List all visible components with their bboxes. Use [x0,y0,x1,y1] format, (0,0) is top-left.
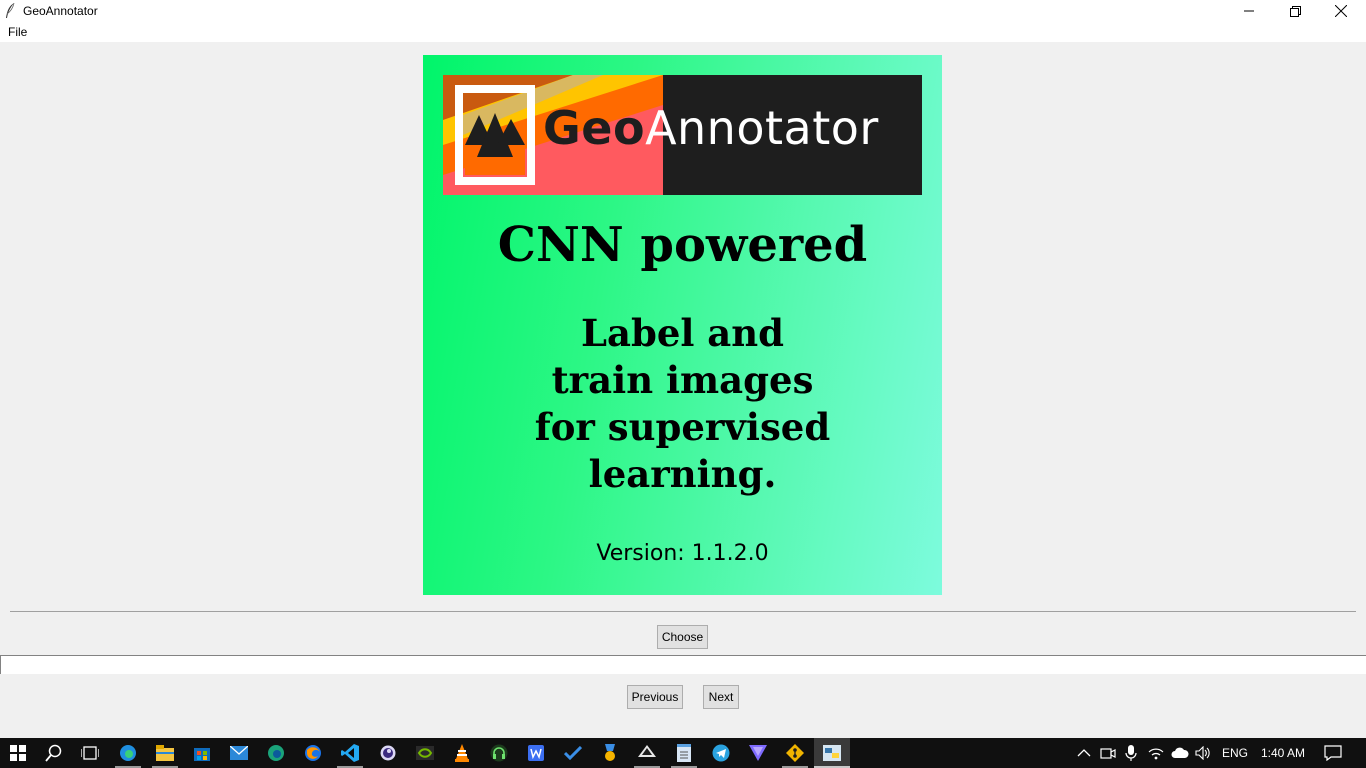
tray-onedrive[interactable] [1170,743,1190,763]
tray-meet-now[interactable] [1098,743,1118,763]
notepad-icon [677,744,691,762]
cloud-icon [1171,747,1189,758]
git-icon [786,744,804,762]
firefox-icon [305,745,321,761]
wifi-icon [1148,748,1164,760]
vlc-icon [455,744,469,762]
search-button[interactable] [44,743,64,763]
taskbar-app-inkscape[interactable] [637,743,657,763]
inkscape-icon [638,745,656,757]
splash-headline: CNN powered [497,217,868,273]
obs-icon [380,745,396,761]
taskbar-app-mail[interactable] [229,743,249,763]
logo-wordmark: GeoAnnotator [543,105,879,151]
tray-clock[interactable]: 1:40 AM [1261,746,1305,760]
logo-geo-text: Geo [543,101,646,155]
taskbar: ENG 1:40 AM [0,738,1366,768]
feather-icon [6,3,15,18]
wps-icon [528,745,544,761]
close-button[interactable] [1318,0,1364,22]
notification-icon [1324,745,1342,761]
tagline-line: for supervised [534,405,831,449]
next-button[interactable]: Next [703,685,739,709]
splash-tagline: Label and train images for supervised le… [423,310,942,498]
taskbar-app-vscode[interactable] [340,743,360,763]
tray-language[interactable]: ENG [1222,746,1248,760]
microphone-icon [1125,745,1137,761]
taskbar-app-obs[interactable] [378,743,398,763]
taskbar-app-firefox[interactable] [303,743,323,763]
chevron-up-icon [1077,749,1091,757]
taskbar-app-python[interactable] [822,743,842,763]
proton-vpn-icon [749,745,767,761]
taskbar-app-telegram[interactable] [711,743,731,763]
tray-network[interactable] [1146,743,1166,763]
action-center-button[interactable] [1323,743,1343,763]
taskbar-app-wps[interactable] [526,743,546,763]
title-bar: GeoAnnotator [0,0,1366,22]
mail-icon [230,746,248,760]
file-explorer-icon [156,745,174,761]
task-view-button[interactable] [80,743,100,763]
search-icon [45,744,62,762]
taskbar-app-git[interactable] [785,743,805,763]
path-entry[interactable] [0,655,1366,674]
minimize-button[interactable] [1226,0,1272,22]
previous-button[interactable]: Previous [627,685,683,709]
mountain-logo-icon [455,85,535,185]
splash-image: GeoAnnotator CNN powered Label and train… [423,55,942,595]
taskbar-app-store[interactable] [192,743,212,763]
tagline-line: learning. [588,452,777,496]
edge-icon [120,745,136,761]
vscode-icon [341,744,359,762]
taskbar-app-nvidia[interactable] [415,743,435,763]
restore-icon [1289,5,1301,17]
edge-dev-icon [268,745,284,761]
tray-microphone[interactable] [1121,743,1141,763]
menu-file[interactable]: File [8,25,27,39]
separator [10,611,1356,612]
minimize-icon [1244,10,1254,12]
taskbar-app-explorer[interactable] [155,743,175,763]
taskbar-app-headset[interactable] [489,743,509,763]
taskbar-app-edge[interactable] [118,743,138,763]
nvidia-icon [416,746,434,760]
taskbar-app-todo[interactable] [563,743,583,763]
tray-overflow-button[interactable] [1074,743,1094,763]
choose-button[interactable]: Choose [657,625,708,649]
windows-logo-icon [10,745,26,761]
taskbar-app-badge[interactable] [600,743,620,763]
version-label: Version: 1.1.2.0 [596,541,769,566]
camera-icon [1100,748,1116,759]
window-title: GeoAnnotator [23,4,98,18]
telegram-icon [712,744,730,762]
start-button[interactable] [8,743,28,763]
taskbar-app-notepad[interactable] [674,743,694,763]
todo-icon [564,746,582,760]
taskbar-app-edge-dev[interactable] [266,743,286,763]
menu-bar: File [0,22,1366,42]
tagline-line: train images [551,358,814,402]
taskbar-app-protonvpn[interactable] [748,743,768,763]
store-icon [194,748,210,761]
close-icon [1335,5,1347,17]
task-view-icon [81,746,99,760]
speaker-icon [1195,746,1210,760]
headset-app-icon [490,744,508,762]
python-icon [823,745,841,761]
tray-volume[interactable] [1193,743,1213,763]
badge-app-icon [605,744,615,761]
restore-button[interactable] [1272,0,1318,22]
logo-annotator-text: Annotator [645,101,879,155]
taskbar-app-vlc[interactable] [452,743,472,763]
logo-banner: GeoAnnotator [443,75,922,195]
tagline-line: Label and [580,311,785,355]
